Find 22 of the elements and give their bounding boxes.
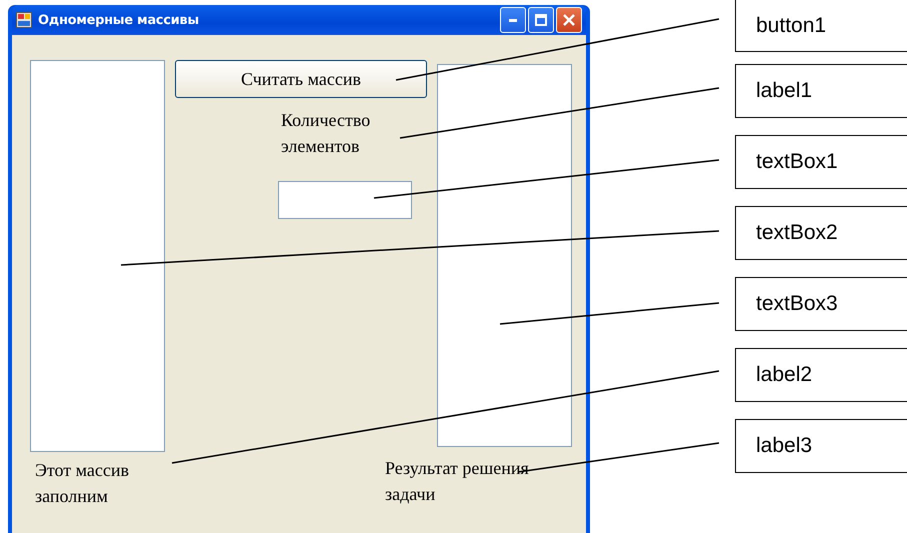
close-button[interactable] xyxy=(556,7,582,33)
callout-label: label1 xyxy=(735,64,907,118)
result-label: Результат решения задачи xyxy=(385,457,530,506)
close-icon xyxy=(563,14,575,26)
callout-label: label2 xyxy=(735,348,907,402)
app-icon xyxy=(16,12,32,28)
callout-label: textBox2 xyxy=(735,206,907,260)
maximize-button[interactable] xyxy=(528,7,554,33)
count-label: Количество элементов xyxy=(281,109,372,158)
text-area[interactable] xyxy=(30,60,165,452)
text-area[interactable] xyxy=(437,64,572,447)
window-title: Одномерные массивы xyxy=(38,12,199,28)
callout-label: button1 xyxy=(735,0,907,52)
callout-label: textBox1 xyxy=(735,135,907,189)
input-field[interactable] xyxy=(278,181,412,219)
callout-label: textBox3 xyxy=(735,277,907,331)
array-label: Этот массив заполним xyxy=(35,459,130,508)
callout-label: label3 xyxy=(735,419,907,473)
minimize-icon xyxy=(509,18,517,22)
minimize-button[interactable] xyxy=(500,7,526,33)
maximize-icon xyxy=(535,14,547,26)
read-array-button[interactable]: Считать массив xyxy=(175,60,427,98)
